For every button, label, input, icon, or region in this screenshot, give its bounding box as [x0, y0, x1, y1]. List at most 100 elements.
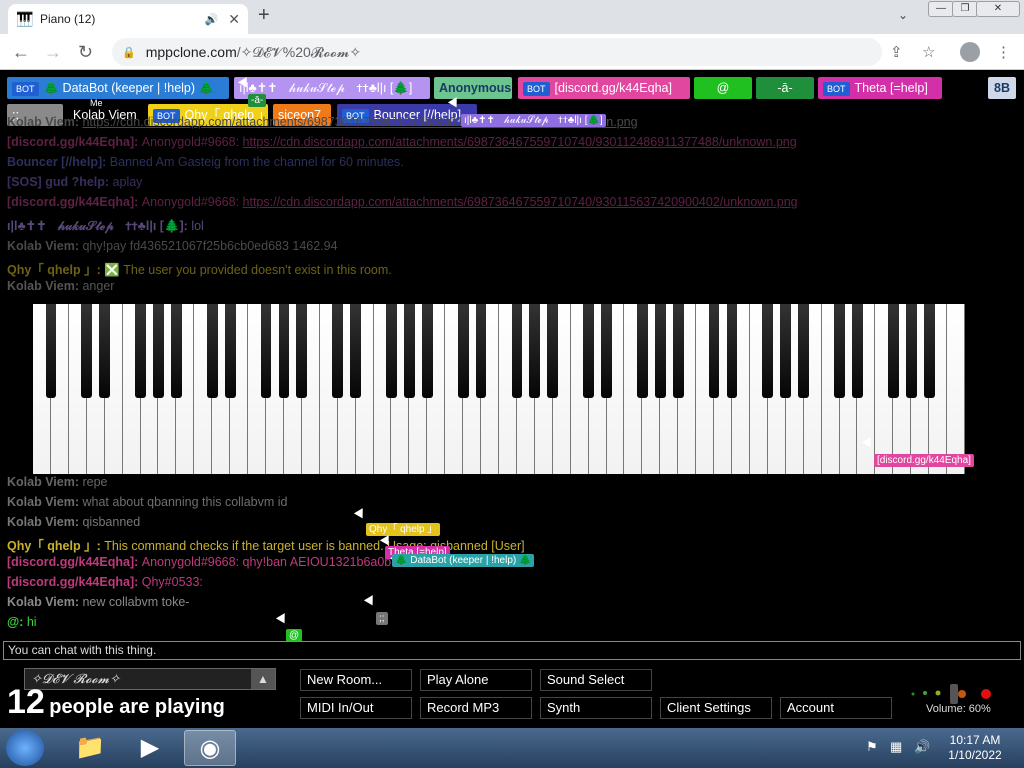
chrome-icon[interactable]: ◉: [184, 730, 236, 766]
record-mp3-button[interactable]: Record MP3: [420, 697, 532, 719]
restore-button[interactable]: ❐: [952, 1, 978, 17]
media-player-icon[interactable]: ▶: [124, 730, 176, 766]
menu-kebab-icon[interactable]: ⋮: [996, 43, 1011, 61]
black-key[interactable]: [99, 304, 111, 398]
cursor-label: Qhy「 qhelp 」: [366, 523, 441, 536]
chat-input[interactable]: You can chat with this thing.: [3, 641, 1021, 660]
black-key[interactable]: [852, 304, 863, 398]
participant-tag[interactable]: @: [694, 77, 752, 99]
black-key[interactable]: [260, 304, 272, 398]
black-key[interactable]: [726, 304, 738, 398]
tray-flag-icon[interactable]: ⚑: [866, 739, 878, 755]
black-key[interactable]: [224, 304, 236, 398]
black-key[interactable]: [601, 304, 612, 398]
black-key[interactable]: [708, 304, 720, 398]
piano-page: BOT 🌲 DataBot (keeper | !help) 🌲 ı|l♣✝✝ﾠ𝒽𝓊…: [0, 70, 1024, 728]
chat-text: Banned Am Gasteig from the channel for 6…: [109, 155, 404, 169]
black-key[interactable]: [350, 304, 361, 398]
share-icon[interactable]: ⇪: [890, 43, 903, 61]
chat-link[interactable]: https://cdn.discordapp.com/attachments/6…: [243, 135, 797, 149]
black-key[interactable]: [672, 304, 684, 398]
participant-tag[interactable]: Anonymous: [434, 77, 512, 99]
participant-tag[interactable]: -ā-: [756, 77, 814, 99]
participant-tag[interactable]: BOT [discord.gg/k44Eqha]: [518, 77, 690, 99]
chat-link[interactable]: https://cdn.discordapp.com/attachments/6…: [243, 195, 798, 209]
minimize-button[interactable]: —: [928, 1, 954, 17]
black-key[interactable]: [332, 304, 344, 398]
reload-icon[interactable]: ↻: [78, 42, 93, 63]
chat-author: Qhy「 qhelp 」:: [7, 539, 105, 553]
account-button[interactable]: Account: [780, 697, 892, 719]
close-tab-icon[interactable]: ✕: [228, 11, 240, 28]
black-key[interactable]: [798, 304, 810, 398]
tray-volume-icon[interactable]: 🔊: [914, 739, 930, 755]
black-key[interactable]: [278, 304, 290, 398]
url-field[interactable]: 🔒 mppclone.com/✧𝓓𝓔𝓥%20𝓡𝓸𝓸𝓶✧: [112, 38, 882, 66]
explorer-icon[interactable]: 📁: [64, 730, 116, 766]
black-key[interactable]: [206, 304, 218, 398]
black-key[interactable]: [135, 304, 146, 398]
browser-tab[interactable]: 🎹 Piano (12) 🔊 ✕: [8, 4, 248, 34]
play-alone-button[interactable]: Play Alone: [420, 669, 532, 691]
black-key[interactable]: [296, 304, 308, 398]
participant-name: 8B: [994, 81, 1010, 95]
lock-icon[interactable]: 🔒: [122, 46, 136, 59]
black-key[interactable]: [637, 304, 648, 398]
forward-icon[interactable]: →: [44, 42, 62, 63]
tab-search-chevron-icon[interactable]: ⌄: [898, 8, 908, 22]
black-key[interactable]: [457, 304, 469, 398]
black-key[interactable]: [887, 304, 899, 398]
chat-author: Bouncer [//help]:: [7, 155, 110, 169]
chat-message: ı|l♣✝✝ﾠ𝒽𝓊𝓀𝓊𝒮𝓉ℯ𝓅ﾠ✝✝♣l|ı [🌲]: lol: [7, 215, 204, 234]
chat-author: [discord.gg/k44Eqha]:: [7, 135, 142, 149]
black-key[interactable]: [780, 304, 792, 398]
black-key[interactable]: [654, 304, 666, 398]
close-window-button[interactable]: ✕: [976, 1, 1020, 17]
black-key[interactable]: [905, 304, 917, 398]
profile-avatar[interactable]: [960, 42, 980, 62]
black-key[interactable]: [923, 304, 935, 398]
clock[interactable]: 10:17 AM 1/10/2022: [940, 733, 1010, 763]
black-key[interactable]: [547, 304, 559, 398]
midi-in-out-button[interactable]: MIDI In/Out: [300, 697, 412, 719]
black-key[interactable]: [475, 304, 487, 398]
black-key[interactable]: [511, 304, 523, 398]
black-key[interactable]: [421, 304, 433, 398]
black-key[interactable]: [45, 304, 57, 398]
participant-tag[interactable]: BOT 🌲 DataBot (keeper | !help) 🌲: [7, 77, 229, 99]
remote-cursor-icon: [353, 505, 368, 519]
new-room-button[interactable]: New Room...: [300, 669, 412, 691]
cursor-label: ı|l♣✝✝ﾠ𝒽𝓊𝓀𝓊𝒮𝓉ℯ𝓅ﾠ✝✝♣l|ı [🌲]: [461, 114, 606, 127]
chat-text: new collabvm toke-: [82, 595, 190, 609]
new-tab-icon[interactable]: +: [258, 4, 270, 27]
participant-tag[interactable]: 8B: [988, 77, 1016, 99]
back-icon[interactable]: ←: [12, 42, 30, 63]
black-key[interactable]: [81, 304, 93, 398]
client-settings-button[interactable]: Client Settings: [660, 697, 772, 719]
participant-name: ı|l♣✝✝ﾠ𝒽𝓊𝓀𝓊𝒮𝓉ℯ𝓅ﾠ✝✝♣l|ı [🌲]: [239, 81, 413, 95]
black-key[interactable]: [834, 304, 845, 398]
black-key[interactable]: [529, 304, 541, 398]
chat-message: [discord.gg/k44Eqha]: Anonygold#9668: ht…: [7, 195, 798, 209]
black-key[interactable]: [583, 304, 594, 398]
synth-button[interactable]: Synth: [540, 697, 652, 719]
volume-control[interactable]: Volume: 60%: [905, 680, 1015, 720]
bot-badge: BOT: [12, 82, 39, 96]
chat-author: Kolab Viem:: [7, 239, 83, 253]
start-button[interactable]: [6, 730, 44, 766]
room-select-arrow-icon[interactable]: ▲: [251, 669, 275, 689]
bookmark-star-icon[interactable]: ☆: [922, 43, 935, 61]
chat-author: [discord.gg/k44Eqha]:: [7, 575, 142, 589]
participant-tag[interactable]: BOT Theta [=help]: [818, 77, 942, 99]
sound-select-button[interactable]: Sound Select: [540, 669, 652, 691]
piano-keyboard[interactable]: [33, 304, 965, 474]
speaker-icon[interactable]: 🔊: [205, 13, 219, 26]
black-key[interactable]: [171, 304, 182, 398]
white-key[interactable]: [947, 304, 965, 474]
black-key[interactable]: [404, 304, 415, 398]
black-key[interactable]: [153, 304, 164, 398]
black-key[interactable]: [762, 304, 774, 398]
black-key[interactable]: [386, 304, 397, 398]
tray-network-icon[interactable]: ▦: [890, 739, 902, 755]
tab-title: Piano (12): [40, 12, 96, 26]
